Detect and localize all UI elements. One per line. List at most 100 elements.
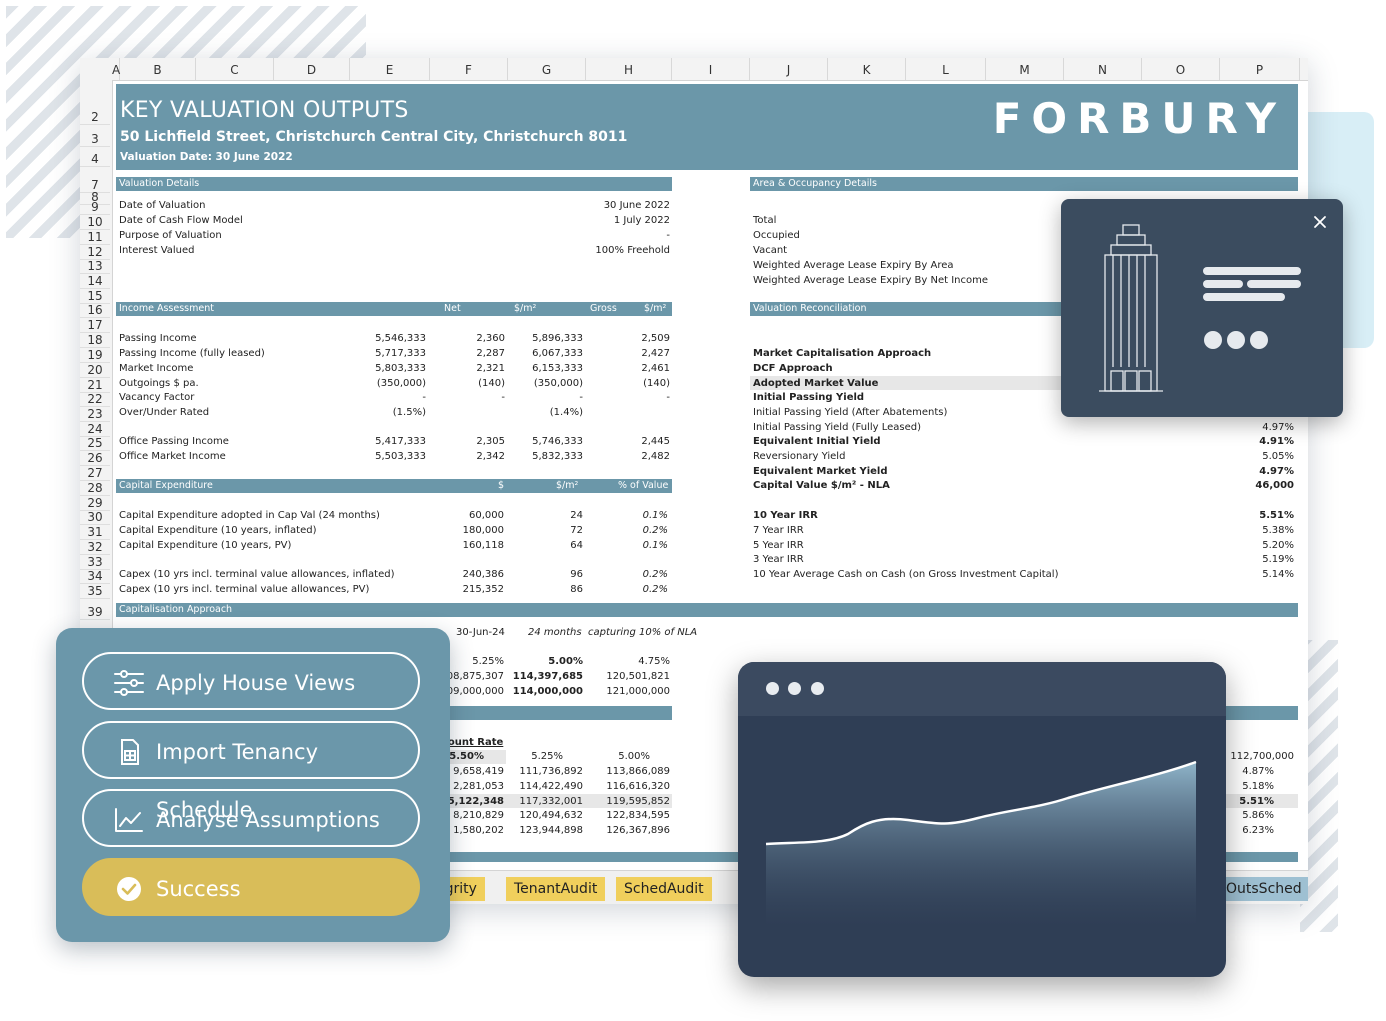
sensitivity-value: 116,616,320 xyxy=(606,781,670,792)
analyse-assumptions-label: Analyse Assumptions xyxy=(156,808,380,832)
row-header-16: 16 xyxy=(80,303,110,318)
income-row-label: Market Income xyxy=(119,363,194,374)
window-dot xyxy=(811,682,824,695)
row-header-27: 27 xyxy=(80,466,110,481)
capitalisation-header: Capitalisation Approach xyxy=(116,603,1298,617)
column-header-j: J xyxy=(750,58,828,80)
analyse-assumptions-button[interactable]: Analyse Assumptions xyxy=(82,789,420,847)
sliders-icon xyxy=(114,670,144,696)
capex-row-value: 0.2% xyxy=(642,569,668,580)
import-tenancy-schedule-button[interactable]: Import Tenancy Schedule xyxy=(82,721,420,822)
row-header-25: 25 xyxy=(80,436,110,451)
reconciliation-label: DCF Approach xyxy=(753,363,833,374)
column-header-bar: ABCDEFGHIJKLMNOP xyxy=(80,58,1308,81)
irr-value: 5.20% xyxy=(1262,540,1294,551)
irr-value: 5.19% xyxy=(1262,554,1294,565)
irr-label: 5 Year IRR xyxy=(753,540,804,551)
reconciliation-value: 5.05% xyxy=(1262,451,1294,462)
row-header-29: 29 xyxy=(80,496,110,511)
apply-house-views-button[interactable]: Apply House Views xyxy=(82,652,420,710)
chart-card xyxy=(738,662,1226,977)
reconciliation-label: Capital Value $/m² - NLA xyxy=(753,480,890,491)
success-button[interactable]: Success xyxy=(82,858,420,916)
spreadsheet-icon xyxy=(121,739,139,765)
reconciliation-value: 4.97% xyxy=(1262,422,1294,433)
more-dots-icon xyxy=(1204,331,1268,349)
building-card xyxy=(1061,199,1343,417)
income-row-label: Vacancy Factor xyxy=(119,392,195,403)
sheet-tab-schedaudit[interactable]: SchedAudit xyxy=(616,877,712,901)
reconciliation-label: Initial Passing Yield (After Abatements) xyxy=(753,407,948,418)
property-address: 50 Lichfield Street, Christchurch Centra… xyxy=(120,129,628,145)
row-header-19: 19 xyxy=(80,348,110,363)
window-dot xyxy=(788,682,801,695)
area-occupancy-label: Occupied xyxy=(753,230,800,241)
row-header-28: 28 xyxy=(80,481,110,496)
window-dot xyxy=(766,682,779,695)
row-header-23: 23 xyxy=(80,407,110,422)
capex-row-label: Capex (10 yrs incl. terminal value allow… xyxy=(119,569,395,580)
income-row-value: - xyxy=(666,392,670,403)
reconciliation-label: Market Capitalisation Approach xyxy=(753,348,932,359)
column-header-e: E xyxy=(350,58,430,80)
income-row-value: 2,427 xyxy=(641,348,670,359)
valuation-date: Valuation Date: 30 June 2022 xyxy=(120,151,293,163)
row-header-18: 18 xyxy=(80,333,110,348)
sensitivity-value: 122,834,595 xyxy=(606,810,670,821)
capital-expenditure-header: Capital Expenditure $ $/m² % of Value xyxy=(116,479,672,493)
building-icon xyxy=(1099,224,1163,392)
capex-row-label: Capital Expenditure (10 years, PV) xyxy=(119,540,292,551)
irr-value: 5.51% xyxy=(1259,510,1294,521)
irr-label: 10 Year IRR xyxy=(753,510,818,521)
valuation-detail-label: Purpose of Valuation xyxy=(119,230,222,241)
reconciliation-label: Initial Passing Yield xyxy=(753,392,865,403)
income-row-value: 2,445 xyxy=(641,436,670,447)
sensitivity-value: 113,866,089 xyxy=(606,766,670,777)
row-header-33: 33 xyxy=(80,555,110,570)
valuation-detail-label: Interest Valued xyxy=(119,245,195,256)
row-header-13: 13 xyxy=(80,259,110,274)
actions-panel: Apply House Views Import Tenancy Schedul… xyxy=(56,628,450,942)
row-header-39: 39 xyxy=(80,605,110,620)
area-occupancy-label: Weighted Average Lease Expiry By Net Inc… xyxy=(753,275,989,286)
reconciliation-label: Equivalent Initial Yield xyxy=(753,436,881,447)
reconciliation-value: 46,000 xyxy=(1255,480,1294,491)
row-header-34: 34 xyxy=(80,569,110,584)
discount-rate: 5.00% xyxy=(618,751,650,762)
cap-months: 24 months xyxy=(528,627,582,638)
column-header-a: A xyxy=(112,58,120,80)
sheet-tab-tenantaudit[interactable]: TenantAudit xyxy=(506,877,606,901)
success-label: Success xyxy=(156,877,241,901)
reconciliation-label: Equivalent Market Yield xyxy=(753,466,888,477)
income-row-label: Office Passing Income xyxy=(119,436,229,447)
column-header-p: P xyxy=(1220,58,1300,80)
income-row-value: (1.4%) xyxy=(549,407,583,418)
row-header-4: 4 xyxy=(80,152,110,167)
row-header-11: 11 xyxy=(80,230,110,245)
reconciliation-label: Reversionary Yield xyxy=(753,451,846,462)
sensitivity-value: 126,367,896 xyxy=(606,825,670,836)
close-icon[interactable] xyxy=(1313,215,1327,229)
row-header-30: 30 xyxy=(80,510,110,525)
capex-row-label: Capex (10 yrs incl. terminal value allow… xyxy=(119,584,370,595)
row-header-2: 2 xyxy=(80,110,110,125)
row-header-15: 15 xyxy=(80,289,110,304)
sheet-tab-outssched[interactable]: OutsSched xyxy=(1218,877,1308,901)
chart-window-titlebar xyxy=(738,662,1226,716)
row-header-9: 9 xyxy=(80,200,110,215)
income-row-value: (1.5%) xyxy=(392,407,426,418)
column-header-f: F xyxy=(430,58,508,80)
capex-row-value: 0.2% xyxy=(642,584,668,595)
area-occupancy-label: Vacant xyxy=(753,245,788,256)
valuation-detail-value: - xyxy=(666,230,670,241)
income-assessment-header: Income Assessment Net $/m² Gross $/m² xyxy=(116,302,672,316)
column-header-g: G xyxy=(508,58,586,80)
cap-date: 30-Jun-24 xyxy=(456,627,505,638)
row-header-32: 32 xyxy=(80,540,110,555)
income-row-label: Outgoings $ pa. xyxy=(119,378,199,389)
column-header-d: D xyxy=(274,58,350,80)
capex-row-value: 0.2% xyxy=(642,525,668,536)
row-header-20: 20 xyxy=(80,363,110,378)
column-header-n: N xyxy=(1064,58,1142,80)
valuation-detail-value: 30 June 2022 xyxy=(603,200,670,211)
